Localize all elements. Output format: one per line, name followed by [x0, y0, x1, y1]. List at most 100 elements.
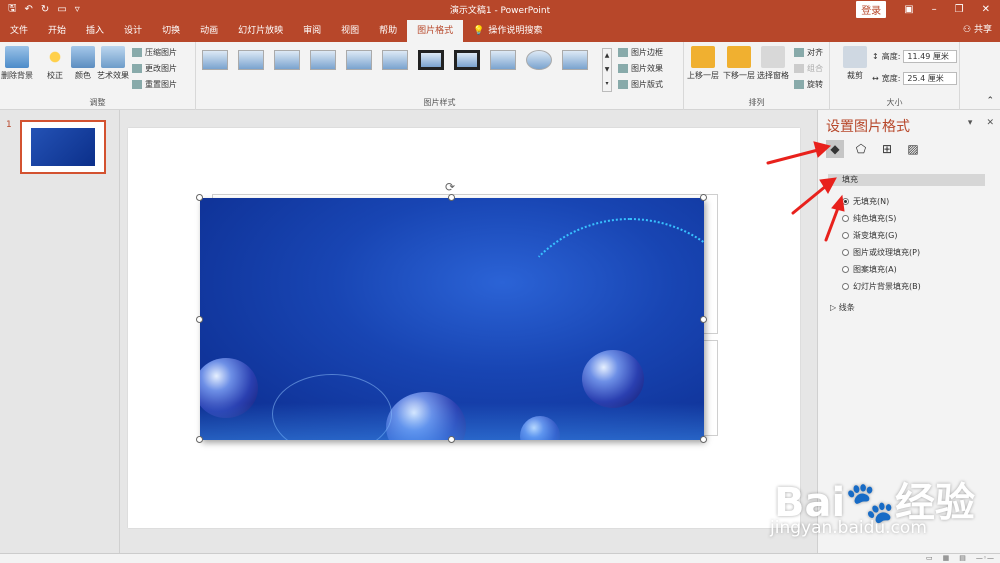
style-thumb[interactable]: [238, 50, 264, 70]
selected-picture[interactable]: [200, 198, 704, 440]
resize-handle[interactable]: [448, 436, 455, 443]
fill-section-header[interactable]: 填充: [828, 174, 985, 186]
reset-picture-icon: [132, 80, 142, 89]
width-input[interactable]: 25.4 厘米: [903, 72, 958, 85]
collapse-ribbon-icon[interactable]: ⌃: [986, 96, 994, 106]
tell-me-search[interactable]: 💡 操作说明搜索: [463, 20, 552, 42]
ribbon-tabs: 文件 开始 插入 设计 切换 动画 幻灯片放映 审阅 视图 帮助 图片格式 💡 …: [0, 18, 1000, 42]
fill-section-label: 填充: [842, 175, 858, 184]
bring-forward-icon: [691, 46, 715, 68]
line-section-header[interactable]: ▷ 线条: [830, 302, 855, 313]
artistic-effects-button[interactable]: 艺术效果: [96, 46, 130, 81]
bring-forward-button[interactable]: 上移一层: [686, 46, 720, 81]
slide-thumbnail[interactable]: [20, 120, 106, 174]
redo-icon[interactable]: ↻: [41, 4, 49, 15]
style-thumb[interactable]: [274, 50, 300, 70]
rotate-handle-icon[interactable]: ⟳: [445, 180, 455, 194]
pane-category-tabs: ◆ ⬠ ⊞ ▨: [826, 140, 922, 158]
tab-slideshow[interactable]: 幻灯片放映: [228, 20, 293, 42]
present-icon[interactable]: ▭: [57, 4, 66, 15]
compress-pictures-button[interactable]: 压缩图片: [132, 47, 177, 58]
resize-handle[interactable]: [700, 194, 707, 201]
picture-icon[interactable]: ▨: [904, 140, 922, 158]
style-thumb[interactable]: [202, 50, 228, 70]
fill-option-picture-texture[interactable]: 图片或纹理填充(P): [842, 247, 920, 258]
pane-options-icon[interactable]: ▾: [968, 118, 973, 128]
radio-button[interactable]: [842, 283, 849, 290]
resize-handle[interactable]: [196, 194, 203, 201]
height-input[interactable]: 11.49 厘米: [903, 50, 958, 63]
group-objects-button[interactable]: 组合: [794, 63, 823, 74]
tab-home[interactable]: 开始: [38, 20, 76, 42]
fill-option-solid[interactable]: 纯色填充(S): [842, 213, 896, 224]
fill-line-icon[interactable]: ◆: [826, 140, 844, 158]
align-label: 对齐: [807, 48, 823, 57]
group-arrange: 上移一层 下移一层 选择窗格 对齐 组合 旋转 排列: [684, 42, 830, 110]
tab-transitions[interactable]: 切换: [152, 20, 190, 42]
group-adjust-label: 调整: [89, 98, 106, 107]
style-thumb[interactable]: [382, 50, 408, 70]
crop-button[interactable]: 裁剪: [838, 46, 872, 81]
radio-button[interactable]: [842, 232, 849, 239]
tab-help[interactable]: 帮助: [369, 20, 407, 42]
crop-icon: [843, 46, 867, 68]
resize-handle[interactable]: [196, 436, 203, 443]
radio-button[interactable]: [842, 215, 849, 222]
style-thumb[interactable]: [526, 50, 552, 70]
undo-icon[interactable]: ↶: [25, 4, 33, 15]
artistic-effects-icon: [101, 46, 125, 68]
resize-handle[interactable]: [700, 316, 707, 323]
share-button[interactable]: ⚇ 共享: [963, 22, 992, 35]
style-thumb[interactable]: [418, 50, 444, 70]
style-thumb[interactable]: [310, 50, 336, 70]
align-button[interactable]: 对齐: [794, 47, 823, 58]
restore-icon[interactable]: ❐: [955, 4, 964, 15]
pane-close-icon[interactable]: ✕: [986, 118, 994, 128]
close-icon[interactable]: ✕: [982, 4, 990, 15]
tab-animations[interactable]: 动画: [190, 20, 228, 42]
picture-effects-button[interactable]: 图片效果: [618, 63, 663, 74]
fill-option-gradient[interactable]: 渐变填充(G): [842, 230, 897, 241]
radio-button[interactable]: [842, 198, 849, 205]
remove-background-button[interactable]: 删除背景: [0, 46, 34, 81]
effects-pentagon-icon[interactable]: ⬠: [852, 140, 870, 158]
slide[interactable]: ⟳: [128, 128, 800, 528]
tab-picture-format[interactable]: 图片格式: [407, 20, 464, 42]
resize-handle[interactable]: [448, 194, 455, 201]
save-icon[interactable]: 🖫: [8, 1, 17, 18]
resize-handle[interactable]: [196, 316, 203, 323]
fill-option-pattern[interactable]: 图案填充(A): [842, 264, 897, 275]
tab-design[interactable]: 设计: [114, 20, 152, 42]
tab-insert[interactable]: 插入: [76, 20, 114, 42]
customize-qat-icon[interactable]: ▿: [75, 4, 80, 15]
fill-option-none[interactable]: 无填充(N): [842, 196, 889, 207]
tab-view[interactable]: 视图: [331, 20, 369, 42]
minimize-icon[interactable]: –: [932, 4, 937, 15]
login-button[interactable]: 登录: [856, 0, 887, 18]
gallery-scroll[interactable]: ▲ ▼ ▾: [602, 48, 612, 92]
selection-pane-button[interactable]: 选择窗格: [756, 46, 790, 81]
reset-picture-button[interactable]: 重置图片: [132, 79, 177, 90]
color-button[interactable]: 颜色: [66, 46, 100, 81]
style-thumb[interactable]: [562, 50, 588, 70]
style-thumb[interactable]: [490, 50, 516, 70]
slide-thumbnail-image: [31, 128, 95, 166]
style-thumb[interactable]: [454, 50, 480, 70]
picture-layout-button[interactable]: 图片版式: [618, 79, 663, 90]
rotate-button[interactable]: 旋转: [794, 79, 823, 90]
change-picture-button[interactable]: 更改图片: [132, 63, 177, 74]
fill-option-slide-background[interactable]: 幻灯片背景填充(B): [842, 281, 921, 292]
ribbon-display-icon[interactable]: ▣: [904, 4, 913, 15]
tab-review[interactable]: 审阅: [293, 20, 331, 42]
fill-option-label: 图片或纹理填充(P): [853, 248, 921, 257]
size-properties-icon[interactable]: ⊞: [878, 140, 896, 158]
radio-button[interactable]: [842, 249, 849, 256]
artistic-effects-label: 艺术效果: [97, 71, 129, 80]
picture-border-button[interactable]: 图片边框: [618, 47, 663, 58]
send-backward-button[interactable]: 下移一层: [722, 46, 756, 81]
radio-button[interactable]: [842, 266, 849, 273]
resize-handle[interactable]: [700, 436, 707, 443]
tab-file[interactable]: 文件: [0, 20, 38, 42]
style-thumb[interactable]: [346, 50, 372, 70]
picture-border-icon: [618, 48, 628, 57]
